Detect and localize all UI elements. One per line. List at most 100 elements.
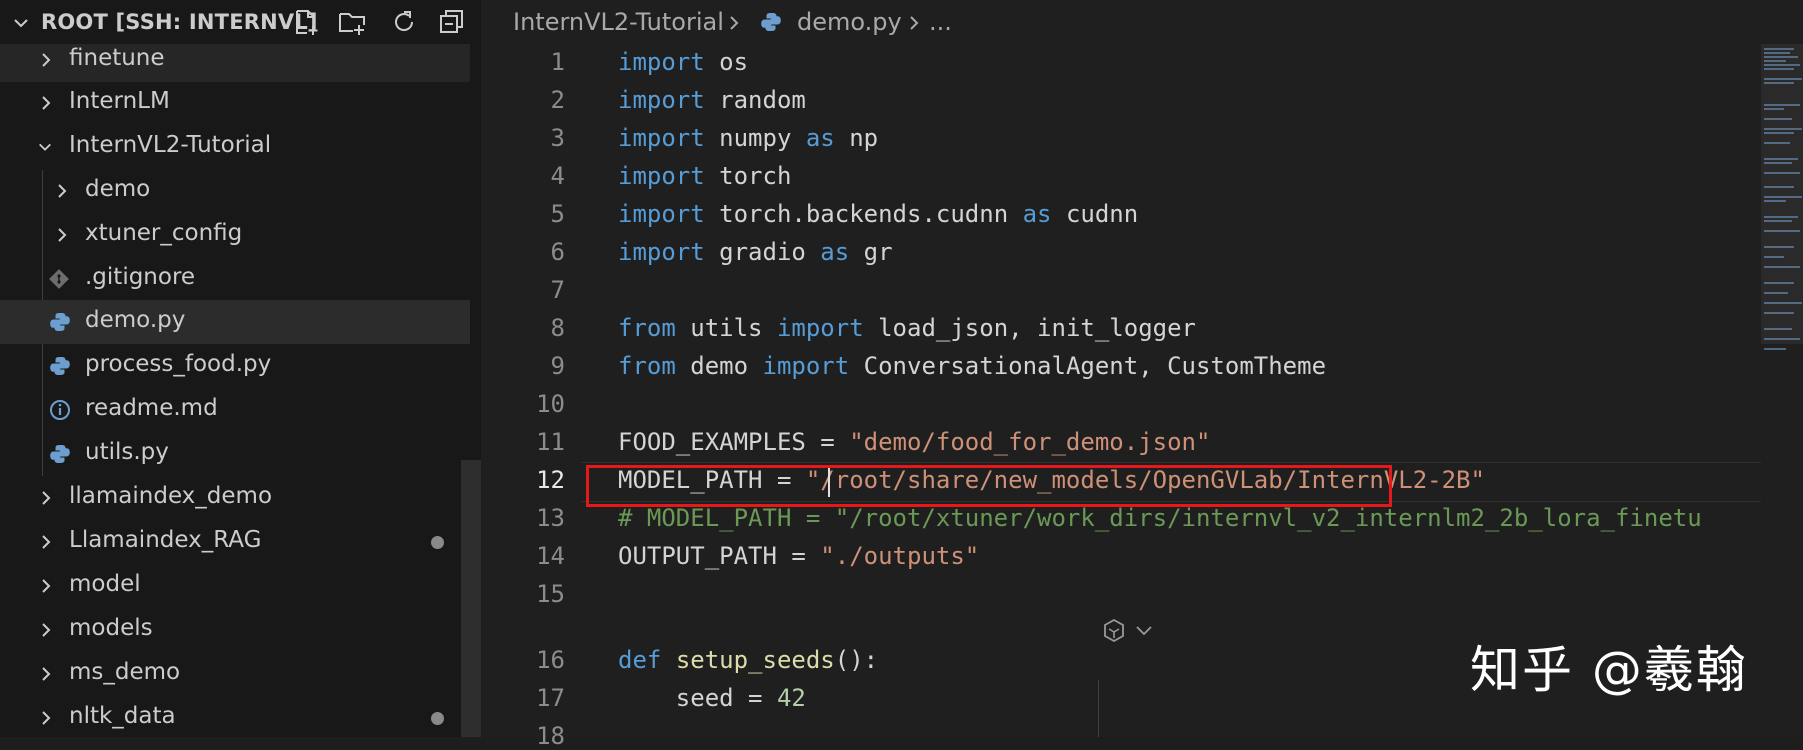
line-number: 12 — [536, 466, 565, 494]
python-file-icon — [50, 445, 70, 463]
info-icon — [50, 400, 70, 420]
chevron-right-icon — [730, 16, 739, 30]
tree-item-internvl2-tutorial[interactable]: InternVL2-Tutorial — [0, 125, 470, 169]
code-token: demo — [675, 352, 763, 380]
code-token: "./outputs" — [820, 542, 980, 570]
code-token: np — [834, 124, 879, 152]
minimap-slider[interactable] — [1761, 44, 1803, 344]
code-line[interactable]: import os — [618, 48, 748, 76]
code-line[interactable]: # MODEL_PATH = "/root/xtuner/work_dirs/i… — [618, 504, 1702, 532]
code-token: OUTPUT_PATH = — [618, 542, 821, 570]
code-line[interactable]: from utils import load_json, init_logger — [618, 314, 1196, 342]
new-file-icon[interactable] — [292, 8, 320, 36]
breadcrumb-more[interactable]: ... — [929, 8, 952, 36]
line-number: 5 — [550, 200, 565, 228]
code-token: "demo/food_for_demo.json" — [849, 428, 1211, 456]
code-token: gradio — [704, 238, 821, 266]
code-token: import — [618, 124, 705, 152]
indent-guide — [1098, 680, 1099, 737]
minimap-line — [1764, 348, 1786, 350]
code-token: torch — [704, 162, 792, 190]
tree-item-label: demo — [85, 176, 151, 202]
line-number: 10 — [536, 390, 565, 418]
tree-item-ms-demo[interactable]: ms_demo — [0, 652, 470, 696]
line-number: 18 — [536, 722, 565, 750]
code-token: as — [805, 124, 835, 152]
tree-item-label: readme.md — [85, 395, 218, 421]
refresh-icon[interactable] — [390, 8, 418, 36]
tree-item-model[interactable]: model — [0, 564, 470, 608]
explorer-title: ROOT [SSH: INTERNVL] — [41, 10, 318, 34]
code-editor[interactable]: InternVL2-Tutorial demo.py ... 1 import o… — [481, 0, 1803, 750]
line-number: 17 — [536, 684, 565, 712]
code-line[interactable]: from demo import ConversationalAgent, Cu… — [618, 352, 1326, 380]
code-line[interactable]: import random — [618, 86, 806, 114]
tree-item-label: Llamaindex_RAG — [69, 527, 262, 553]
code-token: cudnn — [1051, 200, 1139, 228]
line-number: 4 — [550, 162, 565, 190]
tree-item-readme-md[interactable]: readme.md — [0, 388, 470, 432]
chevron-right-icon — [42, 53, 51, 67]
code-line[interactable]: import torch — [618, 162, 791, 190]
chevron-right-icon — [42, 491, 51, 505]
code-token: 42 — [776, 684, 806, 712]
codelens-icon[interactable] — [1101, 617, 1155, 645]
code-token: numpy — [704, 124, 806, 152]
python-file-icon — [761, 12, 781, 31]
line-number: 11 — [536, 428, 565, 456]
tree-item-llamaindex-rag[interactable]: Llamaindex_RAG — [0, 520, 470, 564]
tree-item-label: InternVL2-Tutorial — [69, 132, 272, 158]
tree-item-llamaindex-demo[interactable]: llamaindex_demo — [0, 476, 470, 520]
code-token: import — [618, 238, 705, 266]
sidebar-scrollbar[interactable] — [461, 460, 481, 737]
code-token: import — [776, 314, 864, 342]
code-token: def — [618, 646, 662, 674]
code-line[interactable]: OUTPUT_PATH = "./outputs" — [618, 542, 979, 570]
chevron-right-icon — [42, 579, 51, 593]
code-line[interactable]: seed = 42 — [618, 684, 806, 712]
tree-item-demo-py[interactable]: demo.py — [0, 300, 470, 344]
breadcrumb-folder[interactable]: InternVL2-Tutorial — [513, 8, 724, 36]
code-token: # MODEL_PATH = "/root/xtuner/work_dirs/i… — [618, 504, 1702, 532]
python-file-icon — [50, 357, 70, 375]
tree-item-gitignore[interactable]: .gitignore — [0, 257, 470, 301]
code-token: from — [618, 314, 676, 342]
tree-item-label: utils.py — [85, 439, 169, 465]
tree-item-label: .gitignore — [85, 264, 196, 290]
code-token: random — [704, 86, 806, 114]
tree-item-process-food-py[interactable]: process_food.py — [0, 344, 470, 388]
new-folder-icon[interactable] — [338, 8, 366, 36]
code-token: load_json, init_logger — [863, 314, 1196, 342]
code-line[interactable]: def setup_seeds(): — [618, 646, 878, 674]
tree-item-label: xtuner_config — [85, 220, 243, 246]
line-number: 3 — [550, 124, 565, 152]
tree-item-nltk-data[interactable]: nltk_data — [0, 696, 470, 737]
tree-item-label: ms_demo — [69, 659, 181, 685]
code-line[interactable]: import torch.backends.cudnn as cudnn — [618, 200, 1138, 228]
tree-item-label: llamaindex_demo — [69, 483, 273, 509]
tree-item-demo-folder[interactable]: demo — [0, 169, 470, 213]
collapse-all-icon[interactable] — [438, 8, 466, 36]
code-line[interactable]: import numpy as np — [618, 124, 878, 152]
chevron-right-icon — [42, 535, 51, 549]
python-file-icon — [50, 313, 70, 331]
tree-item-xtuner-config[interactable]: xtuner_config — [0, 213, 470, 257]
chevron-down-icon[interactable] — [12, 14, 30, 32]
code-token: os — [704, 48, 749, 76]
explorer-sidebar: ROOT [SSH: INTERNVL] finetune InternLM I… — [0, 0, 481, 737]
line-number: 6 — [550, 238, 565, 266]
tree-item-models[interactable]: models — [0, 608, 470, 652]
code-token: import — [618, 200, 705, 228]
code-token: setup_seeds — [675, 646, 835, 674]
tree-item-label: demo.py — [85, 307, 186, 333]
tree-item-finetune[interactable]: finetune — [0, 38, 470, 82]
code-token: FOOD_EXAMPLES = — [618, 428, 850, 456]
code-line[interactable]: import gradio as gr — [618, 238, 893, 266]
tree-item-internlm[interactable]: InternLM — [0, 81, 470, 125]
tree-item-label: model — [69, 571, 141, 597]
code-line[interactable]: FOOD_EXAMPLES = "demo/food_for_demo.json… — [618, 428, 1210, 456]
code-token: import — [618, 162, 705, 190]
breadcrumb-file[interactable]: demo.py — [797, 8, 902, 36]
tree-item-utils-py[interactable]: utils.py — [0, 432, 470, 476]
